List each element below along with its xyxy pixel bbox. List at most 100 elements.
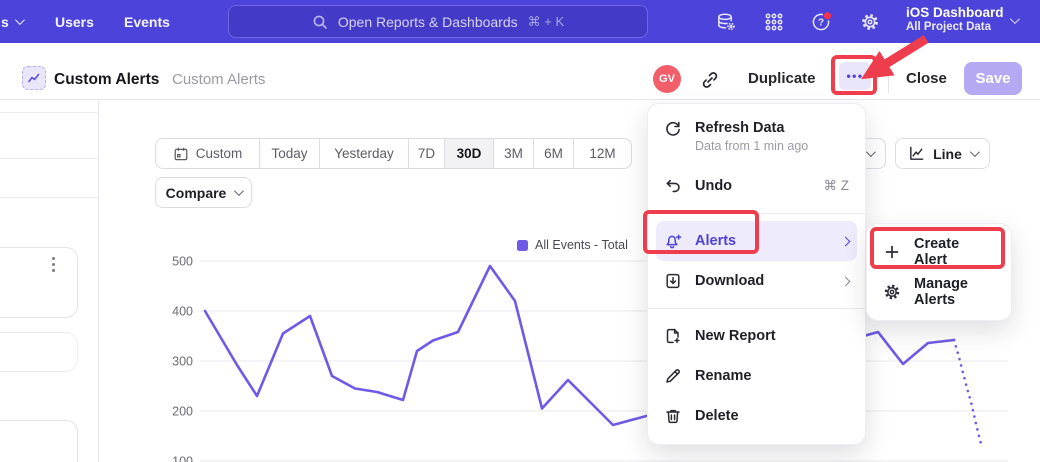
menu-item-alerts[interactable]: Alerts [656,221,857,261]
project-chevron-down-icon[interactable] [1010,14,1020,24]
save-button[interactable]: Save [964,62,1022,95]
avatar[interactable]: GV [653,65,681,93]
submenu-item-create-alert[interactable]: Create Alert [875,232,1003,272]
line-chart-icon [908,145,925,162]
panel-divider [0,158,98,159]
gear-icon [883,283,901,301]
menu-item-label: Undo [695,178,732,194]
trash-icon [664,407,682,425]
ellipsis-icon: ••• [846,71,863,81]
chevron-down-icon [15,15,25,25]
menu-item-label: Download [695,273,764,289]
panel-divider [0,112,98,113]
chart-legend[interactable]: All Events - Total [517,238,628,252]
calendar-icon [173,146,189,162]
chevron-down-icon [866,147,876,157]
date-range-selector: Custom Today Yesterday 7D 30D 3M 6M 12M [155,138,632,169]
chart-type-button[interactable]: Line [895,138,990,169]
legend-swatch [517,240,528,251]
refresh-icon [664,120,682,138]
menu-item-label: Rename [695,368,751,384]
menu-shortcut: ⌘ Z [824,178,850,194]
plus-icon [883,243,901,261]
help-icon[interactable]: ? [811,11,833,33]
range-label: 3M [504,146,523,161]
undo-icon [664,177,682,195]
top-navbar: s Users Events Open Reports & Dashboards… [0,0,1040,43]
close-button[interactable]: Close [906,70,947,87]
menu-item-rename[interactable]: Rename [656,356,857,396]
search-shortcut: ⌘ + K [528,14,565,30]
settings-icon[interactable] [859,11,881,33]
link-icon[interactable] [699,69,721,91]
search-placeholder: Open Reports & Dashboards [338,14,518,30]
apps-grid-icon[interactable] [763,11,785,33]
search-input[interactable]: Open Reports & Dashboards ⌘ + K [228,5,648,38]
nav-item-events[interactable]: Events [124,0,170,43]
data-sources-icon[interactable] [715,11,737,33]
query-card[interactable] [0,247,78,318]
notification-dot [823,12,831,20]
nav-item-users[interactable]: Users [55,0,94,43]
nav-item-fragment[interactable]: s [1,0,22,43]
svg-text:100: 100 [172,455,193,462]
svg-text:200: 200 [172,405,193,419]
header-divider [888,65,889,93]
nav-events-label: Events [124,14,170,30]
range-label: 30D [457,146,482,161]
range-label: Today [271,146,307,161]
kebab-menu-icon[interactable] [52,257,55,272]
project-name: iOS Dashboard [906,5,1004,20]
svg-text:400: 400 [172,305,193,319]
chevron-right-icon [841,236,851,246]
file-plus-icon [664,327,682,345]
range-label: 7D [418,146,435,161]
download-icon [664,272,682,290]
range-yesterday[interactable]: Yesterday [319,139,408,168]
range-30d[interactable]: 30D [444,139,493,168]
svg-text:500: 500 [172,255,193,269]
chart-type-label: Line [933,146,962,162]
nav-fragment-label: s [1,14,9,30]
menu-divider [648,213,865,214]
menu-item-new-report[interactable]: New Report [656,316,857,356]
range-12m[interactable]: 12M [573,139,631,168]
range-6m[interactable]: 6M [533,139,573,168]
alerts-submenu: Create Alert Manage Alerts [866,223,1012,321]
project-scope: All Project Data [906,21,1004,33]
svg-text:?: ? [818,18,824,29]
svg-text:300: 300 [172,355,193,369]
report-header: Custom Alerts Custom Alerts GV Duplicate… [0,43,1040,100]
chevron-down-icon [234,186,244,196]
range-label: Yesterday [334,146,394,161]
menu-item-label: Delete [695,408,739,424]
menu-item-delete[interactable]: Delete [656,396,857,436]
query-card[interactable] [0,332,78,372]
menu-item-refresh-data[interactable]: Refresh Data Data from 1 min ago [656,112,857,166]
breadcrumb[interactable]: Custom Alerts [172,71,265,88]
pencil-icon [664,367,682,385]
submenu-item-manage-alerts[interactable]: Manage Alerts [875,272,1003,312]
chevron-down-icon [970,147,980,157]
range-label: 12M [589,146,615,161]
query-card[interactable] [0,420,78,462]
more-options-button[interactable]: ••• [839,62,871,90]
page-title: Custom Alerts [54,71,159,89]
menu-item-label: Alerts [695,233,736,249]
range-3m[interactable]: 3M [493,139,533,168]
range-custom[interactable]: Custom [156,139,259,168]
menu-item-label: Manage Alerts [914,276,995,308]
menu-item-label: New Report [695,328,776,344]
compare-button[interactable]: Compare [155,177,252,208]
range-label: Custom [196,146,243,161]
menu-item-download[interactable]: Download [656,261,857,301]
bell-plus-icon [664,232,682,250]
duplicate-button[interactable]: Duplicate [748,70,816,87]
range-today[interactable]: Today [259,139,319,168]
project-switcher[interactable]: iOS Dashboard All Project Data [906,5,1004,33]
range-label: 6M [544,146,563,161]
menu-divider [648,308,865,309]
search-icon [312,14,328,30]
menu-item-undo[interactable]: Undo ⌘ Z [656,166,857,206]
range-7d[interactable]: 7D [408,139,444,168]
